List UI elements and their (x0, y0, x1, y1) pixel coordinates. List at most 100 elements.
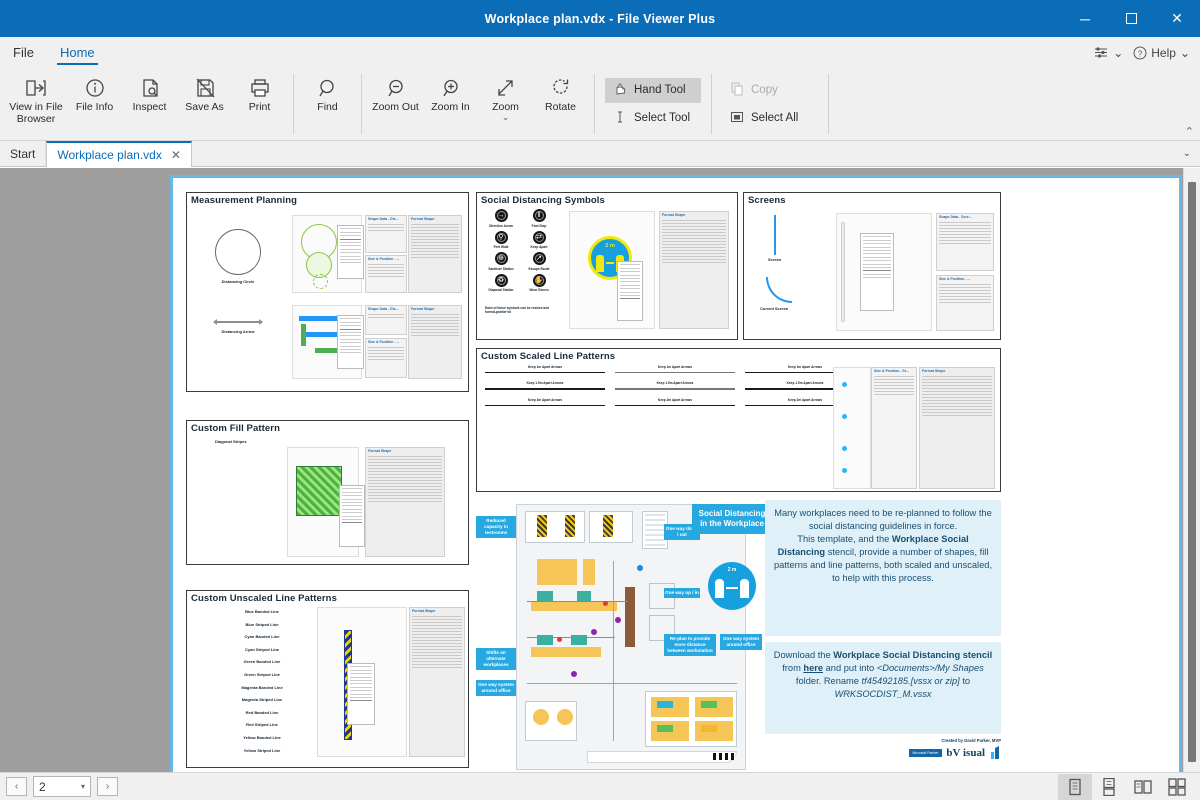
scaled-line-label: Keep 1.5m Apart Arrows (656, 381, 694, 386)
close-button[interactable]: ✕ (1154, 0, 1200, 37)
scaled-line-graphic (485, 404, 605, 407)
symbols-note: Each of these symbols can be resized and… (485, 306, 549, 315)
select-tool-button[interactable]: Select Tool (605, 106, 701, 131)
symbol-cell: ‖ Foot Step (521, 209, 557, 228)
tab-workplace-plan[interactable]: Workplace plan.vdx ✕ (46, 141, 192, 167)
find-button[interactable]: Find (300, 68, 355, 140)
zoom-in-button[interactable]: Zoom In (423, 68, 478, 140)
settings-caret: ⌄ (1113, 45, 1124, 60)
two-page-continuous-view-icon (1168, 777, 1186, 796)
scaled-line-graphic (615, 404, 735, 407)
ribbon-collapse-button[interactable]: ⌃ (1185, 125, 1194, 138)
scr-size-position-dialog: Size & Position - ... (936, 275, 994, 331)
maximize-button[interactable] (1108, 0, 1154, 37)
scaled-line-cell: Keep 2m Apart Arrows (485, 397, 605, 407)
minimize-button[interactable]: ─ (1062, 0, 1108, 37)
view-in-file-browser-label: View in File Browser (9, 101, 63, 125)
symbol-glyph-icon: ↗ (532, 252, 546, 265)
menu-item-file[interactable]: File (0, 37, 47, 68)
two-page-view-button[interactable] (1126, 774, 1160, 800)
continuous-page-view-icon (1103, 777, 1115, 796)
print-button[interactable]: Print (232, 68, 287, 140)
hand-tool-button[interactable]: Hand Tool (605, 77, 701, 103)
zoom-button[interactable]: Zoom ⌄ (478, 68, 533, 140)
zoom-fit-icon (494, 74, 518, 102)
info-paragraph-2-pre: Download the (773, 650, 834, 660)
menu-item-home[interactable]: Home (47, 37, 108, 68)
mp-shape-data-title-2: Shape Data - Dis... (368, 307, 399, 311)
copy-button[interactable]: Copy (722, 78, 818, 103)
scaled-line-cell: Keep 1m Apart Arrows (615, 365, 735, 374)
page-number-input[interactable]: 2 ▾ (33, 776, 91, 797)
symbol-label: Disposal Station (488, 288, 514, 292)
vertical-scrollbar-thumb[interactable] (1188, 182, 1196, 762)
maximize-icon (1125, 13, 1137, 24)
page-number-value: 2 (39, 779, 46, 794)
info-paragraph-2-italic3: WRKSOCDIST_M.vssx (834, 689, 932, 699)
tab-close-icon[interactable]: ✕ (171, 148, 181, 162)
next-page-button[interactable]: › (97, 777, 118, 796)
tab-overflow-button[interactable]: ⌄ (1174, 141, 1200, 166)
view-in-file-browser-icon (24, 74, 48, 102)
scr-shape-data-title: Shape Data - Scre... (939, 215, 972, 219)
rotate-icon (549, 74, 573, 102)
settings-menu[interactable]: ⌄ (1094, 46, 1123, 60)
mp-size-position-title-1: Size & Position - ... (368, 257, 400, 261)
ribbon-separator-3 (594, 74, 595, 134)
cslp-thumb-canvas (833, 367, 871, 489)
previous-page-button[interactable]: ‹ (6, 777, 27, 796)
culp-format-shape-title: Format Shape (412, 609, 436, 613)
title-bar: Workplace plan.vdx - File Viewer Plus ─ … (0, 0, 1200, 37)
symbol-glyph-icon: ♻ (494, 273, 508, 287)
view-in-file-browser-button[interactable]: View in File Browser (5, 68, 67, 140)
tab-start-label: Start (10, 146, 36, 161)
unscaled-line-label: Cyan Striped Line (244, 646, 279, 652)
single-page-view-button[interactable] (1058, 773, 1092, 800)
panel-screens: Screens Screen Curved Screen Shape Data … (743, 192, 1001, 340)
info-paragraph-2-italic1: <Documents>/My Shapes (876, 663, 984, 673)
scaled-line-label: Keep 2m Apart Arrows (527, 397, 563, 402)
two-page-continuous-view-button[interactable] (1160, 774, 1194, 800)
mp-context-menu-2 (337, 315, 364, 369)
scaled-line-cell: Keep 1.5m Apart Arrows (485, 381, 605, 390)
panel-custom-unscaled-line-patterns-title: Custom Unscaled Line Patterns (191, 593, 337, 604)
save-as-button[interactable]: Save As (177, 68, 232, 140)
help-question-icon: ? (1133, 46, 1147, 59)
help-menu[interactable]: ? Help ⌄ (1133, 46, 1190, 60)
panel-measurement-planning: Measurement Planning Distancing Circle D… (186, 192, 469, 392)
mp-format-shape-dialog-1: Format Shape (408, 215, 462, 293)
distancing-circle-shape (215, 229, 261, 275)
stencil-download-link[interactable]: here (803, 663, 823, 673)
unscaled-line-label: Red Striped Line (246, 722, 278, 728)
tab-start[interactable]: Start (0, 141, 47, 166)
scaled-line-label: Keep 1m Apart Arrows (527, 365, 563, 369)
mp-shape-data-dialog-1: Shape Data - Dis... (365, 215, 407, 253)
continuous-page-view-button[interactable] (1092, 774, 1126, 800)
unscaled-line-label: Blue Striped Line (245, 621, 279, 627)
inspect-button[interactable]: Inspect (122, 68, 177, 140)
distancing-arrow-label: Distancing Arrow (221, 329, 255, 334)
zoom-in-label: Zoom In (431, 101, 470, 113)
unscaled-line-label: Blue Banded Line (245, 609, 279, 614)
single-page-view-icon (1069, 778, 1081, 795)
window-title: Workplace plan.vdx - File Viewer Plus (484, 11, 716, 26)
sds-context-menu (617, 261, 643, 321)
credit-block: Created by David Parker, MVP Microsoft P… (823, 738, 1001, 760)
panel-custom-scaled-line-patterns: Custom Scaled Line Patterns Keep 1m Apar… (476, 348, 1001, 492)
file-info-button[interactable]: File Info (67, 68, 122, 140)
unscaled-line-label-list: Blue Banded Line Blue Striped Line Cyan Ba… (217, 609, 307, 760)
vertical-scrollbar[interactable] (1183, 168, 1200, 772)
symbol-glyph-icon: ✋ (532, 273, 546, 287)
ribbon-separator-2 (361, 74, 362, 134)
symbol-label: Escape Route (528, 266, 550, 271)
tab-workplace-plan-label: Workplace plan.vdx (57, 148, 162, 162)
symbol-cell: ✋ Wear Gloves (521, 273, 557, 292)
symbol-glyph-icon: ‖ (532, 209, 546, 222)
zoom-out-button[interactable]: Zoom Out (368, 68, 423, 140)
distancing-arrow-shape (213, 319, 263, 325)
callout-one-way-system-office-left: One way system around office (476, 680, 516, 696)
scaled-line-row: Keep 1.5m Apart Arrows Keep 1.5m Apart Ar… (485, 381, 865, 390)
rotate-button[interactable]: Rotate (533, 68, 588, 140)
select-all-button[interactable]: Select All (722, 106, 818, 131)
document-workspace[interactable]: Measurement Planning Distancing Circle D… (0, 168, 1200, 772)
